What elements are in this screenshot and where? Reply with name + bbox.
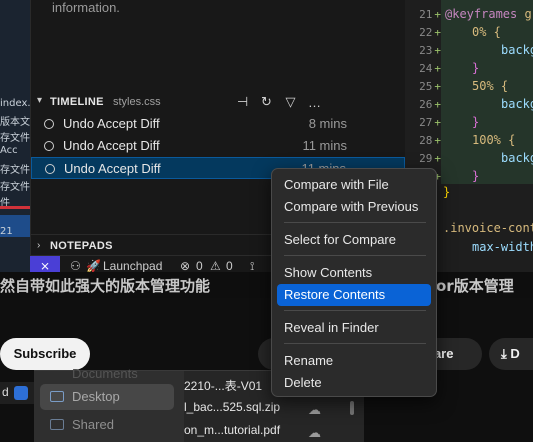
cloud-download-icon[interactable]: ☁ <box>308 425 321 441</box>
warning-icon: ⚠ <box>210 259 221 273</box>
download-button[interactable]: ⤓ D <box>489 338 533 370</box>
code-line: @keyframes gr <box>445 7 533 21</box>
line-number: 22 + <box>419 26 441 39</box>
code-line: 50% { <box>472 79 509 93</box>
timeline-item-label: Undo Accept Diff <box>63 116 160 131</box>
bg-fragment: 存文件 <box>0 165 30 176</box>
pin-icon[interactable]: ⊣ <box>235 94 250 110</box>
timeline-item-time: 8 mins <box>308 116 347 131</box>
timeline-file: styles.css <box>113 96 161 108</box>
circle-icon <box>44 141 54 151</box>
code-line: max-width <box>472 240 533 254</box>
shared-folder-icon <box>50 419 64 430</box>
bg-fragment-text: d <box>2 385 9 399</box>
bg-fragment: index.ht <box>0 98 32 109</box>
timeline-title: TIMELINE <box>50 96 104 108</box>
timeline-toolbar: ⊣ ↻ ▽ … <box>235 94 322 110</box>
menu-item-restore-contents[interactable]: Restore Contents <box>277 284 431 306</box>
line-number: 21 + <box>419 8 441 21</box>
bg-fragment: 版本文件 <box>0 117 32 128</box>
more-icon[interactable]: … <box>307 95 322 110</box>
menu-separator <box>284 343 426 344</box>
menu-item-select-for-compare[interactable]: Select for Compare <box>277 229 431 251</box>
file-name: l_bac...525.sql.zip <box>184 400 281 414</box>
download-label: D <box>510 346 520 361</box>
video-title-right: or版本管理 <box>436 277 514 295</box>
timeline-item[interactable]: Undo Accept Diff 11 mins <box>31 135 405 157</box>
line-number: 29 + <box>419 152 441 165</box>
line-number: 25 + <box>419 80 441 93</box>
menu-item-compare-with-previous[interactable]: Compare with Previous <box>277 196 431 218</box>
code-line: backg <box>501 43 533 57</box>
code-line: } <box>472 61 480 75</box>
code-line: } <box>472 115 480 129</box>
circle-icon <box>44 119 54 129</box>
desktop-icon <box>50 391 64 402</box>
file-name: on_m...tutorial.pdf <box>184 423 281 437</box>
launchpad-label[interactable]: Launchpad <box>103 259 162 273</box>
account-icon[interactable]: ⚇ <box>70 259 81 273</box>
file-row[interactable]: l_bac...525.sql.zip ☁ <box>184 400 354 422</box>
menu-item-show-contents[interactable]: Show Contents <box>277 262 431 284</box>
bg-fragment: Acc <box>0 145 18 156</box>
menu-item-reveal-in-finder[interactable]: Reveal in Finder <box>277 317 431 339</box>
menu-separator <box>284 310 426 311</box>
menu-item-delete[interactable]: Delete <box>277 372 431 394</box>
sidebar-item-shared[interactable]: Shared <box>40 412 174 438</box>
error-count[interactable]: 0 <box>196 259 203 273</box>
rocket-icon: 🚀 <box>86 259 101 273</box>
menu-separator <box>284 255 426 256</box>
video-title-left: 然自带如此强大的版本管理功能 <box>0 277 211 295</box>
code-line: 0% { <box>472 25 501 39</box>
finder-sidebar: Documents Desktop Shared <box>34 366 184 442</box>
sidebar-item-desktop[interactable]: Desktop <box>40 384 174 410</box>
context-menu: Compare with File Compare with Previous … <box>271 168 437 397</box>
bg-fragment-bottom: d <box>0 382 34 404</box>
menu-separator <box>284 222 426 223</box>
chevron-down-icon: ▾ <box>37 95 43 106</box>
circle-icon <box>45 164 55 174</box>
code-line: } <box>443 185 451 199</box>
timeline-item-label: Undo Accept Diff <box>63 138 160 153</box>
bg-fragment: 存文件 <box>0 182 30 193</box>
timeline-item-label: Undo Accept Diff <box>64 161 161 176</box>
cloud-download-icon[interactable]: ☁ <box>308 402 321 418</box>
explorer-info-text: information. <box>52 0 120 15</box>
notepads-title: NOTEPADS <box>50 240 113 252</box>
sidebar-item-label: Documents <box>72 366 138 381</box>
code-line: } <box>472 169 480 183</box>
file-row[interactable]: on_m...tutorial.pdf ☁ <box>184 423 354 442</box>
sidebar-item-label: Desktop <box>72 389 120 404</box>
code-line: backg <box>501 151 533 165</box>
checkbox-icon <box>14 386 28 400</box>
error-icon: ⊗ <box>180 259 191 273</box>
chevron-right-icon: › <box>37 240 41 251</box>
menu-item-rename[interactable]: Rename <box>277 350 431 372</box>
scrollbar[interactable] <box>350 401 354 415</box>
refresh-icon[interactable]: ↻ <box>259 94 274 110</box>
timeline-item[interactable]: Undo Accept Diff 8 mins <box>31 113 405 135</box>
file-name: 2210-...表-V01 <box>184 379 263 393</box>
line-number: 24 + <box>419 62 441 75</box>
download-icon: ⤓ <box>501 346 511 361</box>
code-line: backg <box>501 97 533 111</box>
line-number: 27 + <box>419 116 441 129</box>
video-title-fragment: 然自带如此强大的版本管理功能 or版本管理 <box>0 272 533 298</box>
line-number: 23 + <box>419 44 441 57</box>
line-number: 28 + <box>419 134 441 147</box>
timeline-item-time: 11 mins <box>302 138 347 153</box>
menu-item-compare-with-file[interactable]: Compare with File <box>277 174 431 196</box>
bg-fragment: 21 <box>0 226 13 237</box>
warning-count[interactable]: 0 <box>226 259 233 273</box>
line-number: 26 + <box>419 98 441 111</box>
bg-fragment: 存文件 <box>0 133 30 144</box>
code-line: .invoice-cont <box>443 221 533 235</box>
code-line: 100% { <box>472 133 516 147</box>
bg-red-bar <box>0 206 32 209</box>
filter-icon[interactable]: ▽ <box>283 94 298 110</box>
sidebar-item-label: Shared <box>72 417 114 432</box>
